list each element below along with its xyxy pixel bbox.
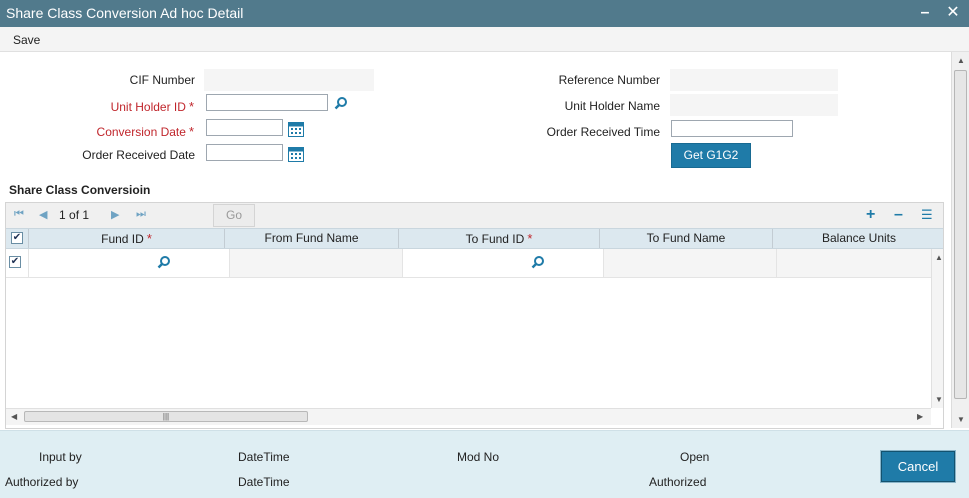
last-page-icon[interactable]: ⏭: [136, 208, 146, 221]
unit-holder-name-field: [670, 94, 838, 116]
column-header-from-fund-name[interactable]: From Fund Name: [225, 229, 399, 248]
share-class-grid: ⏮ ◀ 1 of 1 ▶ ⏭ Go + – ☰ ✔ Fund ID * From …: [5, 202, 944, 429]
close-icon[interactable]: ✕: [943, 2, 963, 24]
toolbar: Save: [0, 27, 969, 52]
row-checkbox[interactable]: ✔: [9, 256, 21, 268]
order-received-time-input[interactable]: [671, 120, 793, 137]
window-title: Share Class Conversion Ad hoc Detail: [6, 5, 244, 21]
unit-holder-search-icon[interactable]: [334, 96, 350, 112]
column-header-to-fund-name[interactable]: To Fund Name: [600, 229, 773, 248]
window-titlebar: Share Class Conversion Ad hoc Detail – ✕: [0, 0, 969, 27]
order-received-date-label: Order Received Date: [82, 148, 195, 162]
required-marker: *: [146, 231, 152, 246]
row-checkbox-cell: ✔: [6, 249, 29, 277]
cif-number-field: [204, 69, 374, 91]
pager: ⏮ ◀ 1 of 1 ▶ ⏭ Go + – ☰: [6, 203, 943, 228]
first-page-icon[interactable]: ⏮: [14, 208, 24, 221]
column-header-to-fund-id[interactable]: To Fund ID *: [399, 229, 600, 248]
authorized-datetime-label: DateTime: [238, 475, 290, 489]
order-received-date-input[interactable]: [206, 144, 283, 161]
status-authorized: Authorized: [649, 475, 707, 489]
list-view-icon[interactable]: ☰: [921, 207, 933, 223]
required-marker: *: [188, 124, 194, 139]
go-button[interactable]: Go: [213, 204, 255, 227]
column-header-fund-id[interactable]: Fund ID *: [29, 229, 225, 248]
authorized-by-label: Authorized by: [5, 475, 79, 489]
input-by-label: Input by: [39, 450, 82, 464]
grid-header: ✔ Fund ID * From Fund Name To Fund ID * To…: [6, 228, 943, 249]
grid-horizontal-scrollbar[interactable]: ◀ ||| ▶: [6, 408, 931, 425]
from-fund-name-cell: [230, 249, 403, 277]
fund-id-search-icon[interactable]: [157, 255, 173, 271]
reference-number-label: Reference Number: [558, 73, 660, 87]
required-marker: *: [188, 99, 194, 114]
main-content: CIF Number Unit Holder ID * Conversion Da…: [0, 52, 950, 430]
unit-holder-name-label: Unit Holder Name: [564, 99, 660, 113]
fund-id-cell[interactable]: [29, 249, 230, 277]
scroll-down-icon[interactable]: ▼: [935, 395, 943, 404]
scroll-thumb[interactable]: |||: [24, 411, 308, 422]
save-button[interactable]: Save: [13, 33, 40, 47]
delete-row-icon[interactable]: –: [894, 206, 903, 224]
scroll-left-icon[interactable]: ◀: [11, 412, 17, 421]
order-received-time-label: Order Received Time: [546, 125, 660, 139]
cancel-button[interactable]: Cancel: [880, 450, 956, 483]
minimize-icon[interactable]: –: [915, 2, 935, 24]
table-row: ✔: [6, 249, 931, 278]
to-fund-id-search-icon[interactable]: [531, 255, 547, 271]
cif-number-label: CIF Number: [129, 73, 195, 87]
page-indicator: 1 of 1: [59, 208, 90, 222]
unit-holder-id-label: Unit Holder ID *: [110, 99, 194, 114]
unit-holder-id-input[interactable]: [206, 94, 328, 111]
to-fund-id-cell[interactable]: [403, 249, 604, 277]
scroll-right-icon[interactable]: ▶: [917, 412, 923, 421]
get-g1g2-button[interactable]: Get G1G2: [671, 143, 751, 168]
reference-number-field: [670, 69, 838, 91]
balance-units-cell: [777, 249, 931, 277]
add-row-icon[interactable]: +: [866, 206, 875, 224]
calendar-icon[interactable]: [288, 147, 304, 163]
required-marker: *: [527, 231, 533, 246]
page-scroll-thumb[interactable]: [954, 70, 967, 399]
prev-page-icon[interactable]: ◀: [39, 208, 47, 221]
conversion-date-input[interactable]: [206, 119, 283, 136]
next-page-icon[interactable]: ▶: [111, 208, 119, 221]
page-scroll-down-icon[interactable]: ▼: [957, 415, 965, 424]
select-all-checkbox[interactable]: ✔: [11, 232, 23, 244]
page-scroll-up-icon[interactable]: ▲: [957, 56, 965, 65]
page-vertical-scrollbar[interactable]: ▲ ▼: [951, 52, 969, 428]
mod-no-label: Mod No: [457, 450, 500, 464]
grid-vertical-scrollbar[interactable]: ▲ ▼: [931, 249, 943, 408]
column-header-balance-units[interactable]: Balance Units: [773, 229, 943, 248]
to-fund-name-cell: [604, 249, 777, 277]
header-checkbox-cell: ✔: [6, 229, 29, 248]
section-title: Share Class Conversioin: [9, 183, 151, 197]
status-open: Open: [680, 450, 710, 464]
footer-audit-bar: Input by Authorized by DateTime DateTime…: [0, 430, 969, 498]
calendar-icon[interactable]: [288, 122, 304, 138]
input-datetime-label: DateTime: [238, 450, 290, 464]
scroll-up-icon[interactable]: ▲: [935, 253, 943, 262]
conversion-date-label: Conversion Date *: [96, 124, 194, 139]
